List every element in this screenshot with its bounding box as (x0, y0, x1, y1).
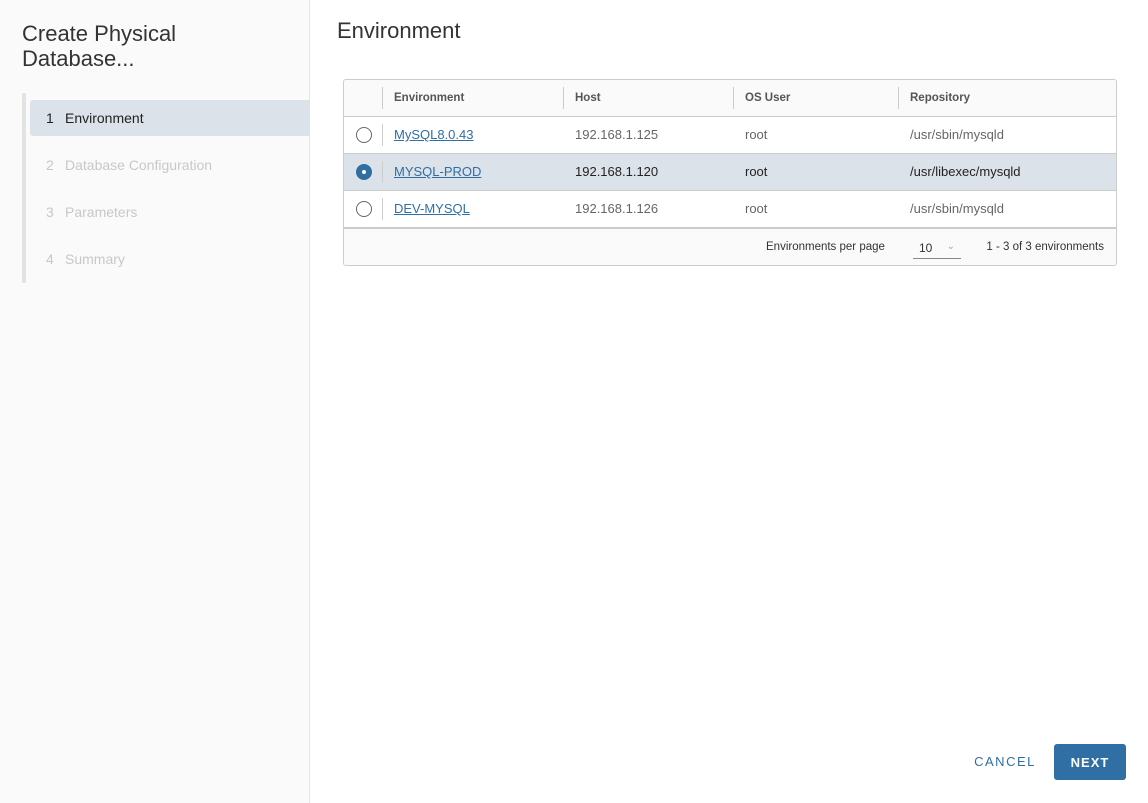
step-label: Environment (65, 110, 144, 126)
repository-cell: /usr/sbin/mysqld (910, 201, 1004, 216)
wizard-title: Create Physical Database... (22, 21, 177, 71)
step-label: Summary (65, 251, 125, 267)
per-page-label: Environments per page (766, 241, 885, 253)
pagination-count: 1 - 3 of 3 environments (986, 241, 1104, 253)
row-radio[interactable] (356, 164, 372, 180)
row-radio[interactable] (356, 201, 372, 217)
step-environment[interactable]: 1 Environment (30, 100, 310, 136)
repository-cell: /usr/sbin/mysqld (910, 127, 1004, 142)
column-header-os-user[interactable]: OS User (733, 80, 898, 116)
host-cell: 192.168.1.126 (575, 201, 659, 216)
environment-link[interactable]: DEV-MYSQL (394, 201, 470, 216)
table-footer: Environments per page 10 ⌄ 1 - 3 of 3 env… (344, 228, 1116, 265)
step-number: 3 (46, 204, 54, 220)
chevron-down-icon: ⌄ (946, 241, 955, 252)
step-database-configuration[interactable]: 2 Database Configuration (30, 147, 310, 183)
row-radio[interactable] (356, 127, 372, 143)
table-row[interactable]: MySQL8.0.43 192.168.1.125 root /usr/sbin… (344, 117, 1116, 154)
cancel-button[interactable]: CANCEL (965, 744, 1045, 780)
per-page-select[interactable]: 10 ⌄ (913, 237, 961, 259)
wizard-sidebar: Create Physical Database... 1 Environment… (0, 0, 310, 803)
step-summary[interactable]: 4 Summary (30, 241, 310, 277)
step-label: Database Configuration (65, 157, 213, 173)
step-number: 4 (46, 251, 54, 267)
os-user-cell: root (745, 201, 768, 216)
os-user-cell: root (745, 127, 768, 142)
per-page-value: 10 (919, 241, 933, 255)
step-label: Parameters (65, 204, 138, 220)
host-cell: 192.168.1.125 (575, 127, 659, 142)
wizard-steps: 1 Environment 2 Database Configuration 3 Pa… (22, 93, 310, 283)
column-header-host[interactable]: Host (563, 80, 733, 116)
table-row[interactable]: MYSQL-PROD 192.168.1.120 root /usr/libex… (344, 154, 1116, 191)
host-cell: 192.168.1.120 (575, 164, 659, 179)
column-header-environment[interactable]: Environment (382, 80, 563, 116)
environment-link[interactable]: MYSQL-PROD (394, 164, 481, 179)
page-title: Environment (337, 18, 461, 43)
repository-cell: /usr/libexec/mysqld (910, 164, 1021, 179)
table-header: Environment Host OS User Repository (344, 80, 1116, 117)
step-number: 1 (46, 110, 54, 126)
environment-link[interactable]: MySQL8.0.43 (394, 127, 474, 142)
column-header-repository[interactable]: Repository (898, 80, 1116, 116)
table-row[interactable]: DEV-MYSQL 192.168.1.126 root /usr/sbin/m… (344, 191, 1116, 228)
os-user-cell: root (745, 164, 768, 179)
step-number: 2 (46, 157, 54, 173)
environment-table: Environment Host OS User Repository MySQ… (343, 79, 1117, 266)
next-button[interactable]: NEXT (1054, 744, 1126, 780)
step-parameters[interactable]: 3 Parameters (30, 194, 310, 230)
